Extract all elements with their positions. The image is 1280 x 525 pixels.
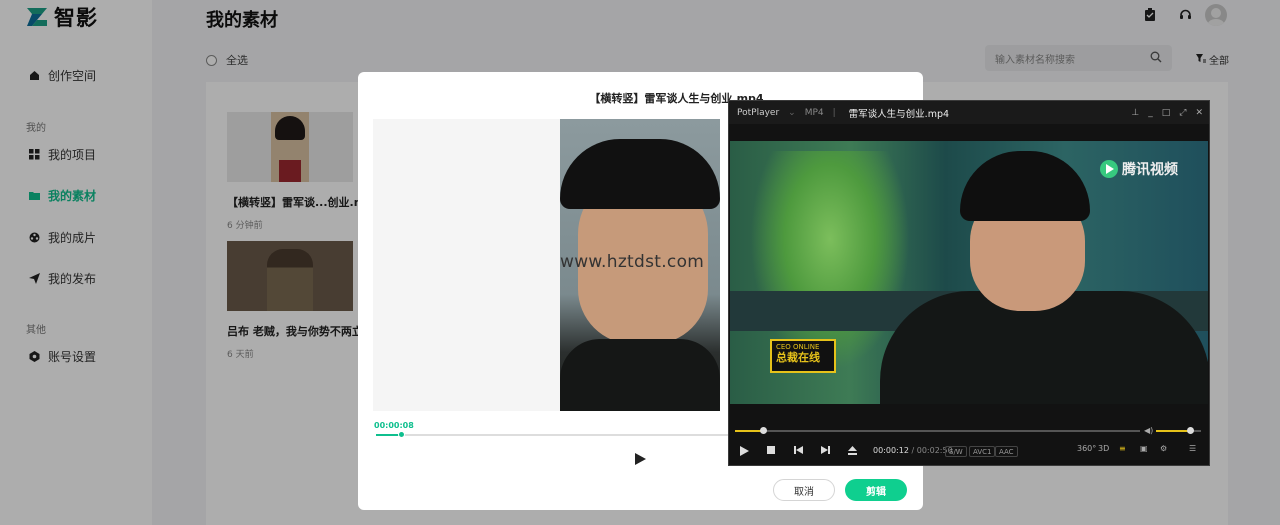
potplayer-window: PotPlayer ⌄ MP4 | 雷军谈人生与创业.mp4 ⊥ _ □ ⤢ ✕… bbox=[728, 100, 1210, 466]
capture-icon[interactable]: ▣ bbox=[1140, 444, 1148, 453]
audio-tag[interactable]: AAC bbox=[995, 446, 1018, 457]
volume-icon[interactable]: ◀) bbox=[1144, 426, 1153, 435]
tencent-video-icon bbox=[1100, 160, 1118, 178]
eject-icon[interactable] bbox=[848, 446, 857, 455]
current-time: 00:00:08 bbox=[374, 421, 414, 430]
seek-bar[interactable] bbox=[735, 427, 1140, 434]
potplayer-titlebar[interactable]: PotPlayer ⌄ MP4 | 雷军谈人生与创业.mp4 ⊥ _ □ ⤢ ✕ bbox=[729, 101, 1209, 124]
pin-icon[interactable]: ⊥ bbox=[1131, 108, 1139, 118]
maximize-icon[interactable]: □ bbox=[1162, 108, 1171, 118]
minimize-icon[interactable]: _ bbox=[1148, 108, 1153, 118]
play-icon[interactable] bbox=[740, 446, 749, 456]
volume-fill bbox=[1156, 430, 1190, 432]
file-name: 雷军谈人生与创业.mp4 bbox=[848, 108, 950, 120]
time-display: 00:00:12 / 00:02:50 bbox=[873, 446, 953, 455]
gear-icon[interactable]: ⚙ bbox=[1160, 444, 1167, 453]
ceo-online-badge: CEO ONLINE 总裁在线 bbox=[770, 339, 836, 373]
tencent-video-logo: 腾讯视频 bbox=[1100, 159, 1178, 179]
window-controls: ⊥ _ □ ⤢ ✕ bbox=[1131, 101, 1203, 124]
current-time: 00:00:12 bbox=[873, 446, 909, 455]
progress-handle[interactable] bbox=[397, 431, 405, 438]
potplayer-video[interactable]: 腾讯视频 CEO ONLINE 总裁在线 bbox=[730, 141, 1208, 404]
volume-slider[interactable] bbox=[1156, 427, 1201, 434]
seek-handle[interactable] bbox=[760, 427, 768, 434]
divider: | bbox=[832, 107, 836, 118]
potplayer-menu[interactable]: PotPlayer bbox=[737, 108, 779, 118]
seek-fill bbox=[735, 430, 764, 432]
fullscreen-icon[interactable]: ⤢ bbox=[1179, 108, 1186, 118]
playlist-search-icon[interactable]: ≡ bbox=[1119, 444, 1126, 453]
cut-button[interactable]: 剪辑 bbox=[845, 479, 907, 501]
next-icon[interactable] bbox=[821, 446, 830, 454]
chevron-down-icon: ⌄ bbox=[788, 107, 796, 118]
previous-icon[interactable] bbox=[794, 446, 803, 454]
watermark-text: www.hztdst.com bbox=[560, 252, 705, 272]
ceo-online-main: 总裁在线 bbox=[776, 351, 820, 365]
menu-icon[interactable]: ☰ bbox=[1189, 444, 1196, 453]
sw-tag[interactable]: S/W bbox=[945, 446, 967, 457]
volume-handle[interactable] bbox=[1186, 427, 1194, 434]
progress-fill bbox=[376, 434, 401, 436]
stop-icon[interactable] bbox=[767, 446, 775, 454]
progress-bar[interactable] bbox=[376, 431, 728, 438]
cancel-button[interactable]: 取消 bbox=[773, 479, 835, 501]
format-label: MP4 bbox=[804, 107, 824, 118]
close-icon[interactable]: ✕ bbox=[1195, 108, 1203, 118]
tencent-video-text: 腾讯视频 bbox=[1122, 162, 1178, 178]
play-button[interactable] bbox=[633, 452, 647, 466]
vr-360-button[interactable]: 360° bbox=[1077, 444, 1096, 453]
codec-tag[interactable]: AVC1 bbox=[969, 446, 996, 457]
3d-button[interactable]: 3D bbox=[1098, 444, 1109, 453]
